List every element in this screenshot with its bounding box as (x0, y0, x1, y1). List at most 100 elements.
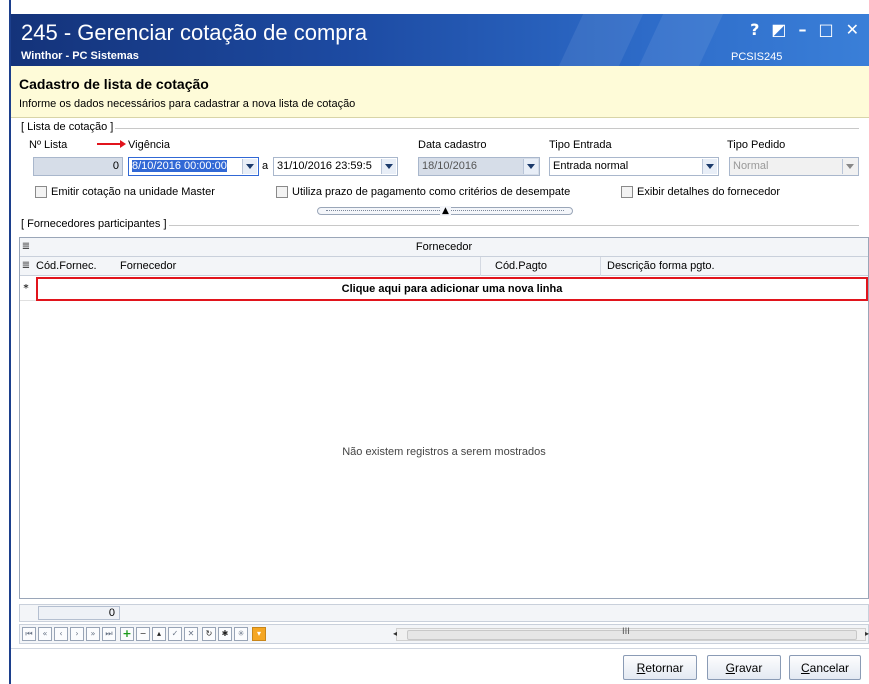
routine-code: PCSIS245 (731, 51, 783, 63)
panel-splitter[interactable]: ▲ (317, 206, 573, 216)
cancel-edit-icon[interactable]: ✕ (184, 627, 198, 641)
band-label: Fornecedor (415, 241, 473, 253)
lista-group-label: [ Lista de cotação ] (19, 121, 116, 133)
tipo-pedido-value: Normal (733, 160, 769, 172)
collapse-up-icon[interactable]: ▲ (440, 206, 451, 216)
prev-icon[interactable]: ‹ (54, 627, 68, 641)
scroll-right-icon[interactable]: ▸ (865, 629, 869, 638)
data-cadastro-field: 18/10/2016 (418, 157, 540, 176)
vigencia-start-value: 8/10/2016 00:00:00 (132, 160, 227, 172)
add-icon[interactable]: + (120, 627, 134, 641)
vigencia-label: Vigência (128, 139, 170, 151)
desktop-left-edge (0, 0, 9, 684)
checkbox[interactable] (35, 186, 47, 198)
gravar-hotkey: G (725, 660, 735, 675)
cancelar-button[interactable]: Cancelar (789, 655, 861, 680)
chk-utiliza-prazo-label: Utiliza prazo de pagamento como critério… (292, 186, 571, 198)
col-fornecedor[interactable]: Fornecedor (120, 260, 176, 272)
horizontal-scrollbar[interactable]: ◂ III ▸ (393, 627, 869, 641)
scroll-grip-icon: III (622, 627, 630, 637)
titlebar-decoration (638, 14, 724, 66)
new-row[interactable]: * Clique aqui para adicionar uma nova li… (20, 277, 868, 301)
cancelar-hotkey: C (800, 660, 810, 675)
window-title: 245 - Gerenciar cotação de compra (21, 20, 368, 45)
scroll-thumb[interactable] (407, 630, 857, 640)
delete-icon[interactable]: − (136, 627, 150, 641)
grid-summary-footer: 0 (19, 604, 869, 622)
restore-view-icon[interactable]: ◩ (771, 20, 786, 39)
column-separator (600, 257, 601, 276)
fornecedores-group-label: [ Fornecedores participantes ] (19, 218, 169, 230)
tipo-pedido-select: Normal (729, 157, 859, 176)
checkbox[interactable] (276, 186, 288, 198)
new-row-indicator: * (23, 283, 29, 294)
grid-column-header: ≣ Cód.Fornec. Fornecedor Cód.Pagto Descr… (20, 257, 868, 276)
page-subtitle: Informe os dados necessários para cadast… (19, 98, 356, 110)
chk-emitir-master[interactable]: Emitir cotação na unidade Master (35, 186, 215, 198)
gravar-label: ravar (735, 660, 763, 675)
chk-exibir-detalhes-label: Exibir detalhes do fornecedor (637, 186, 781, 198)
chevron-down-icon[interactable] (242, 159, 257, 174)
retornar-button[interactable]: Retornar (623, 655, 697, 680)
asterisk-icon[interactable]: ✱ (218, 627, 232, 641)
tipo-entrada-value: Entrada normal (553, 160, 629, 172)
col-descricao-forma[interactable]: Descrição forma pgto. (607, 260, 715, 272)
help-icon[interactable]: ? (750, 20, 759, 39)
chevron-down-icon[interactable] (381, 159, 396, 174)
minimize-icon[interactable]: – (798, 20, 806, 39)
grid-navigator: ⏮ « ‹ › » ⏭ + − ▴ ✓ ✕ ↻ ✱ ✳ ▾ ◂ III ▸ (19, 624, 869, 644)
col-cod-pagto[interactable]: Cód.Pagto (495, 260, 547, 272)
page-title: Cadastro de lista de cotação (19, 76, 209, 92)
title-bar: 245 - Gerenciar cotação de compra Wintho… (11, 14, 869, 66)
column-chooser-icon[interactable]: ≣ (20, 260, 32, 271)
confirm-icon[interactable]: ✓ (168, 627, 182, 641)
fornecedores-grid: ≣ Fornecedor ≣ Cód.Fornec. Fornecedor Có… (19, 237, 869, 599)
close-icon[interactable]: ✕ (846, 20, 859, 39)
prev-page-icon[interactable]: « (38, 627, 52, 641)
maximize-icon[interactable]: □ (818, 20, 833, 39)
highlight-arrow (97, 140, 126, 148)
tipo-entrada-select[interactable]: Entrada normal (549, 157, 719, 176)
edit-icon[interactable]: ▴ (152, 627, 166, 641)
next-icon[interactable]: › (70, 627, 84, 641)
app-window: 245 - Gerenciar cotação de compra Wintho… (9, 0, 869, 684)
num-lista-field: 0 (33, 157, 123, 176)
chk-utiliza-prazo[interactable]: Utiliza prazo de pagamento como critério… (276, 186, 570, 198)
scroll-left-icon[interactable]: ◂ (393, 629, 397, 638)
column-separator (480, 257, 481, 276)
cancelar-label: ancelar (809, 660, 850, 675)
checkbox[interactable] (621, 186, 633, 198)
empty-grid-message: Não existem registros a serem mostrados (342, 446, 546, 458)
num-lista-label: Nº Lista (29, 139, 68, 151)
tipo-pedido-label: Tipo Pedido (727, 139, 786, 151)
asterisk-light-icon[interactable]: ✳ (234, 627, 248, 641)
col-cod-fornec[interactable]: Cód.Fornec. (36, 260, 97, 272)
next-page-icon[interactable]: » (86, 627, 100, 641)
group-divider (19, 128, 859, 129)
data-cadastro-value: 18/10/2016 (422, 160, 478, 172)
chevron-down-icon (523, 159, 538, 174)
tipo-entrada-label: Tipo Entrada (549, 139, 612, 151)
chevron-down-icon[interactable] (702, 159, 717, 174)
data-cadastro-label: Data cadastro (418, 139, 487, 151)
chevron-down-icon (842, 159, 857, 174)
retornar-label: etornar (645, 660, 684, 675)
page-header: Cadastro de lista de cotação Informe os … (11, 66, 869, 118)
gravar-button[interactable]: Gravar (707, 655, 781, 680)
refresh-icon[interactable]: ↻ (202, 627, 216, 641)
titlebar-decoration (558, 14, 644, 66)
first-icon[interactable]: ⏮ (22, 627, 36, 641)
vigencia-end-field[interactable]: 31/10/2016 23:59:5 (273, 157, 398, 176)
company-name: Winthor - PC Sistemas (21, 50, 139, 62)
grid-band-header: ≣ Fornecedor (20, 238, 868, 257)
vigencia-separator: a (262, 160, 269, 172)
window-controls: ? ◩ – □ ✕ (750, 20, 859, 39)
add-new-row-button[interactable]: Clique aqui para adicionar uma nova linh… (36, 277, 868, 301)
vigencia-end-value: 31/10/2016 23:59:5 (277, 160, 372, 172)
filter-icon[interactable]: ▾ (252, 627, 266, 641)
chk-exibir-detalhes[interactable]: Exibir detalhes do fornecedor (621, 186, 780, 198)
chk-emitir-master-label: Emitir cotação na unidade Master (51, 186, 215, 198)
last-icon[interactable]: ⏭ (102, 627, 116, 641)
vigencia-start-field[interactable]: 8/10/2016 00:00:00 (128, 157, 259, 176)
record-count: 0 (38, 606, 120, 620)
